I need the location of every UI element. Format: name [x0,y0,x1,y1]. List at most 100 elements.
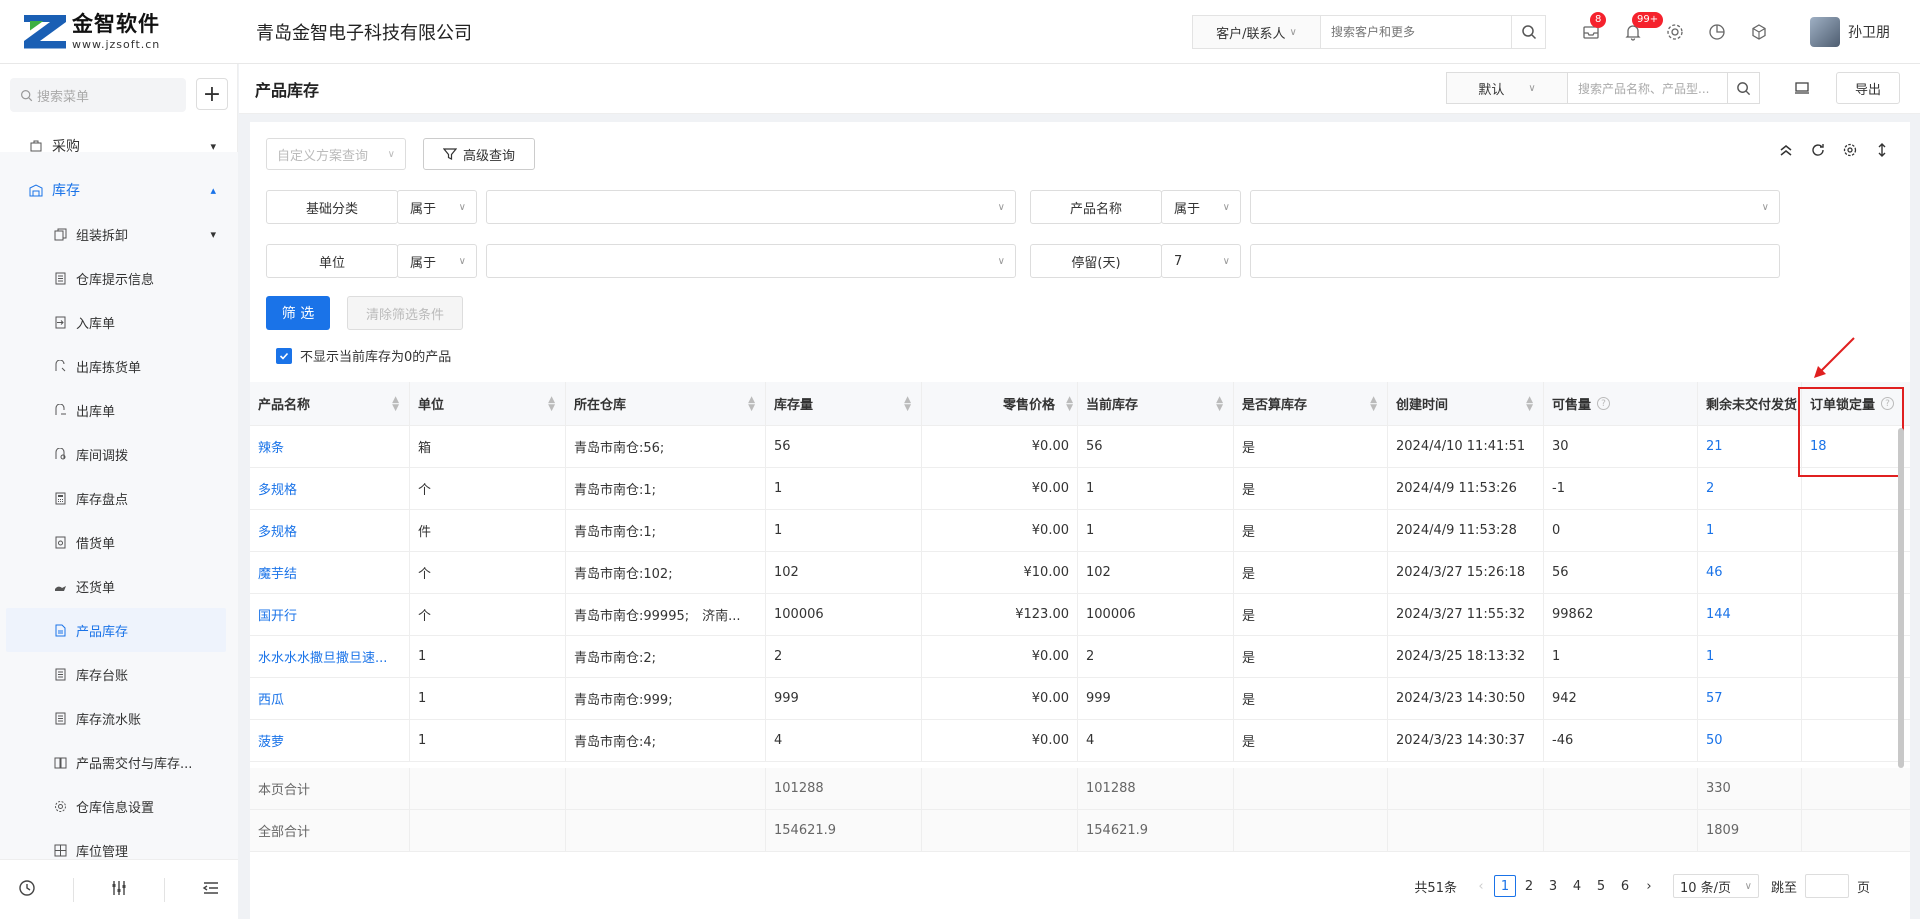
sidebar-item-warehouse-settings[interactable]: 仓库信息设置 [0,784,238,828]
table-cell[interactable]: 57 [1698,678,1802,719]
filter-value-unit[interactable]: ∨ [486,244,1016,278]
page-size-select[interactable]: 10 条/页 ∨ [1672,874,1759,898]
cell-link[interactable]: 21 [1706,439,1723,454]
collapse-up-icon[interactable] [1778,142,1794,158]
sidebar-item-transfer[interactable]: 库间调拨 [0,432,238,476]
cube-icon[interactable] [1748,21,1770,43]
table-cell[interactable]: 西瓜 [250,678,410,719]
table-cell[interactable] [1802,552,1910,593]
gear-icon[interactable] [1664,21,1686,43]
table-cell[interactable] [1802,720,1910,761]
table-row[interactable]: 国开行 个 青岛市南仓:99995; 济南... 100006 ¥123.00 10000… [250,594,1910,636]
col-header-created[interactable]: 创建时间 ▲ ▼ [1388,382,1544,425]
col-header-price[interactable]: 零售价格 ▲ ▼ [922,382,1078,425]
table-cell[interactable]: 1 [1698,510,1802,551]
cell-link[interactable]: 国开行 [258,605,297,624]
table-cell[interactable]: 魔芋结 [250,552,410,593]
sidebar-item-return[interactable]: 还货单 [0,564,238,608]
page-6[interactable]: 6 [1614,875,1636,897]
cell-link[interactable]: 多规格 [258,521,297,540]
filter-value-category[interactable]: ∨ [486,190,1016,224]
page-3[interactable]: 3 [1542,875,1564,897]
table-cell[interactable]: 50 [1698,720,1802,761]
advanced-query-button[interactable]: 高级查询 [423,138,535,170]
table-cell[interactable]: 多规格 [250,468,410,509]
cell-link[interactable]: 辣条 [258,437,284,456]
sidebar-item-inbound[interactable]: 入库单 [0,300,238,344]
filter-op-category[interactable]: 属于 ∨ [397,190,477,224]
pie-chart-icon[interactable] [1706,21,1728,43]
page-5[interactable]: 5 [1590,875,1612,897]
table-row[interactable]: 多规格 件 青岛市南仓:1; 1 ¥0.00 1 是 2024/4/9 11:53:28 0 1 [250,510,1910,552]
table-row[interactable]: 水水水水撒旦撒旦速... 1 青岛市南仓:2; 2 ¥0.00 2 是 2024/3/25 1… [250,636,1910,678]
table-row[interactable]: 辣条 箱 青岛市南仓:56; 56 ¥0.00 56 是 2024/4/10 11:41:51… [250,426,1910,468]
sliders-icon[interactable] [110,879,128,901]
table-cell[interactable]: 18 [1802,426,1910,467]
table-cell[interactable] [1802,510,1910,551]
col-header-warehouse[interactable]: 所在仓库 ▲ ▼ [566,382,766,425]
cell-link[interactable]: 1 [1706,649,1714,664]
logo[interactable]: 金智软件 www.jzsoft.cn [0,0,240,64]
row-height-icon[interactable] [1874,142,1890,158]
table-cell[interactable] [1802,678,1910,719]
page-4[interactable]: 4 [1566,875,1588,897]
history-icon[interactable] [18,879,36,901]
cell-link[interactable]: 18 [1810,439,1827,454]
cell-link[interactable]: 57 [1706,691,1723,706]
collapse-menu-icon[interactable] [202,879,220,901]
settings-icon[interactable] [1842,142,1858,158]
table-cell[interactable]: 2 [1698,468,1802,509]
cell-link[interactable]: 2 [1706,481,1714,496]
help-icon[interactable]: ? [1597,397,1611,410]
username[interactable]: 孙卫朋 [1848,22,1890,42]
scheme-select[interactable]: 自定义方案查询 ∨ [266,138,406,170]
col-header-current-stock[interactable]: 当前库存 ▲ ▼ [1078,382,1234,425]
help-icon[interactable]: ? [1881,397,1895,410]
sort-icon[interactable]: ▲ ▼ [548,395,555,412]
table-cell[interactable]: 菠萝 [250,720,410,761]
table-row[interactable]: 西瓜 1 青岛市南仓:999; 999 ¥0.00 999 是 2024/3/23 14:30… [250,678,1910,720]
product-search-input[interactable]: 搜索产品名称、产品型... [1568,72,1728,104]
table-cell[interactable] [1802,594,1910,635]
apply-filter-button[interactable]: 筛 选 [266,296,330,330]
menu-search-input[interactable]: 搜索菜单 [10,78,186,112]
table-row[interactable]: 魔芋结 个 青岛市南仓:102; 102 ¥10.00 102 是 2024/3/27 15:… [250,552,1910,594]
prev-page-icon[interactable]: ‹ [1470,875,1492,897]
search-type-select[interactable]: 客户/联系人 ∨ [1193,16,1321,48]
sidebar-item-ledger[interactable]: 库存台账 [0,652,238,696]
table-row[interactable]: 菠萝 1 青岛市南仓:4; 4 ¥0.00 4 是 2024/3/23 14:30:37 -46… [250,720,1910,762]
cell-link[interactable]: 西瓜 [258,689,284,708]
filter-op-stay-days[interactable]: 7 ∨ [1161,244,1241,278]
avatar[interactable] [1810,17,1840,47]
sidebar-item-assembly[interactable]: 组装拆卸 ▾ [0,212,238,256]
table-cell[interactable]: 46 [1698,552,1802,593]
sidebar-item-outbound[interactable]: 出库单 [0,388,238,432]
cell-link[interactable]: 1 [1706,523,1714,538]
table-row[interactable]: 多规格 个 青岛市南仓:1; 1 ¥0.00 1 是 2024/4/9 11:53:26 -1 2 [250,468,1910,510]
col-header-count-stock[interactable]: 是否算库存 ▲ ▼ [1234,382,1388,425]
sidebar-item-borrow[interactable]: 借货单 [0,520,238,564]
hide-zero-option[interactable]: 不显示当前库存为0的产品 [276,346,451,365]
filter-value-product-name[interactable]: ∨ [1250,190,1780,224]
sidebar-item-delivery-vs-stock[interactable]: 产品需交付与库存... [0,740,238,784]
table-cell[interactable]: 水水水水撒旦撒旦速... [250,636,410,677]
export-button[interactable]: 导出 [1836,72,1900,104]
next-page-icon[interactable]: › [1638,875,1660,897]
table-cell[interactable] [1802,468,1910,509]
sort-icon[interactable]: ▲ ▼ [1216,395,1223,412]
checkbox-checked-icon[interactable] [276,347,292,364]
table-scrollbar[interactable] [1898,428,1904,768]
col-header-saleable[interactable]: 可售量? [1544,382,1698,425]
page-1[interactable]: 1 [1493,875,1516,897]
sort-icon[interactable]: ▲ ▼ [1526,395,1533,412]
sidebar-item-stocktake[interactable]: 库存盘点 [0,476,238,520]
cell-link[interactable]: 水水水水撒旦撒旦速... [258,647,387,666]
sidebar-item-product-inventory[interactable]: 产品库存 [6,608,226,652]
inbox-icon[interactable]: 8 [1580,12,1607,43]
table-cell[interactable]: 1 [1698,636,1802,677]
cell-link[interactable]: 魔芋结 [258,563,297,582]
sidebar-item-warehouse-tips[interactable]: 仓库提示信息 [0,256,238,300]
page-2[interactable]: 2 [1518,875,1540,897]
filter-op-unit[interactable]: 属于 ∨ [397,244,477,278]
col-header-stock[interactable]: 库存量 ▲ ▼ [766,382,922,425]
